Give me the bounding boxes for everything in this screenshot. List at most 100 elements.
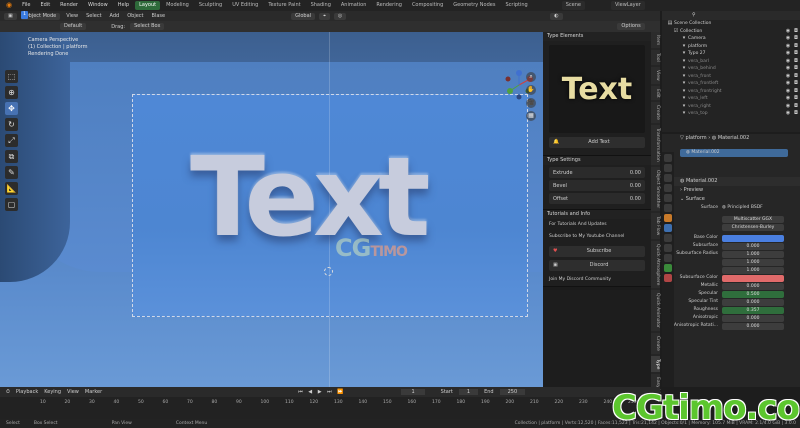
menu-render[interactable]: Render: [56, 1, 82, 10]
side-tab-quick-animator[interactable]: Quick Animator: [651, 289, 660, 331]
bsdf-field-row[interactable]: Metallic 0.000: [662, 282, 800, 290]
side-tab-transformation[interactable]: Transformation: [651, 125, 660, 166]
measure-tool-icon[interactable]: 📐: [5, 182, 18, 195]
tutorials-header[interactable]: Tutorials and Info: [543, 210, 651, 219]
workspace-tab-texture-paint[interactable]: Texture Paint: [264, 1, 304, 10]
outliner-filter-icon[interactable]: ⚲: [692, 12, 696, 18]
3d-cursor[interactable]: [324, 267, 333, 276]
camera-render-icon[interactable]: ◘: [792, 103, 800, 111]
subscribe-button[interactable]: ♥ Subscribe: [549, 246, 645, 257]
scene-collection-row[interactable]: ▤ Scene Collection: [662, 20, 800, 28]
bsdf-field-row[interactable]: 1.000: [662, 258, 800, 266]
select-box-selector[interactable]: Select Box: [130, 23, 165, 30]
workspace-tab-geometry-nodes[interactable]: Geometry Nodes: [449, 1, 499, 10]
timeline-playhead[interactable]: 1: [21, 11, 28, 19]
surface-shader-field[interactable]: Surface ◍ Principled BSDF: [662, 204, 800, 212]
viewport-menu-blase[interactable]: Blase: [150, 13, 168, 19]
outliner-row[interactable]: ▾ platform ◉ ◘: [662, 43, 800, 51]
timeline-menu-marker[interactable]: Marker: [85, 389, 102, 395]
blender-logo-icon[interactable]: ◉: [2, 1, 16, 10]
bsdf-field-row[interactable]: Specular Tint 0.000: [662, 298, 800, 306]
camera-render-icon[interactable]: ◘: [792, 88, 800, 96]
add-text-button[interactable]: 🔔 Add Text: [549, 137, 645, 148]
physics-props-icon[interactable]: [664, 244, 672, 252]
modifier-props-icon[interactable]: [664, 224, 672, 232]
cursor-tool-icon[interactable]: ⊕: [5, 86, 18, 99]
workspace-tab-shading[interactable]: Shading: [307, 1, 335, 10]
editor-type-icon[interactable]: ▣: [4, 12, 17, 20]
camera-render-icon[interactable]: ◘: [792, 73, 800, 81]
eye-icon[interactable]: ◉: [784, 95, 792, 103]
camera-render-icon[interactable]: ◘: [792, 65, 800, 73]
camera-render-icon[interactable]: ◘: [792, 58, 800, 66]
timeline-menu-keying[interactable]: Keying: [44, 389, 61, 395]
eye-icon[interactable]: ◉: [784, 58, 792, 66]
outliner-row[interactable]: ▾ vera_frontleft ◉ ◘: [662, 80, 800, 88]
bevel-field[interactable]: Bevel 0.00: [549, 180, 645, 191]
options-button[interactable]: Options: [617, 23, 645, 30]
eye-icon[interactable]: ◉: [784, 50, 792, 58]
outliner-row[interactable]: ▾ Camera ◉ ◘: [662, 35, 800, 43]
side-tab-quick-atmosphere[interactable]: Quick Atmosphere: [651, 240, 660, 288]
viewport-menu-select[interactable]: Select: [84, 13, 103, 19]
tool-props-icon[interactable]: [664, 154, 672, 162]
annotate-tool-icon[interactable]: ✎: [5, 166, 18, 179]
zoom-icon[interactable]: ⌕: [526, 72, 536, 82]
timeline-menu-view[interactable]: View: [67, 389, 79, 395]
eye-icon[interactable]: ◉: [784, 43, 792, 51]
eye-icon[interactable]: ◉: [784, 65, 792, 73]
viewport-menu-object[interactable]: Object: [125, 13, 145, 19]
rotate-tool-icon[interactable]: ↻: [5, 118, 18, 131]
subsurface-method-selector[interactable]: Christensen-Burley: [662, 223, 800, 231]
viewport-shading-icon[interactable]: ◐: [550, 12, 563, 20]
camera-render-icon[interactable]: ◘: [792, 43, 800, 51]
world-props-icon[interactable]: [664, 204, 672, 212]
eye-icon[interactable]: ◉: [784, 80, 792, 88]
outliner-row[interactable]: ▾ vera_right ◉ ◘: [662, 103, 800, 111]
view-layer-selector[interactable]: ViewLayer: [610, 1, 645, 10]
orientation-default-selector[interactable]: Default: [60, 23, 87, 30]
camera-render-icon[interactable]: ◘: [792, 95, 800, 103]
timeline-editor-icon[interactable]: ⏱: [6, 389, 10, 395]
side-tab-tool[interactable]: Tool: [651, 50, 660, 65]
workspace-tab-layout[interactable]: Layout: [135, 1, 161, 10]
menu-edit[interactable]: Edit: [36, 1, 54, 10]
outliner-row[interactable]: ▾ vera_front ◉ ◘: [662, 73, 800, 81]
pan-hand-icon[interactable]: ✋: [526, 85, 536, 95]
offset-field[interactable]: Offset 0.00: [549, 193, 645, 204]
select-box-tool-icon[interactable]: ⬚: [5, 70, 18, 83]
camera-render-icon[interactable]: ◘: [792, 28, 800, 36]
camera-render-icon[interactable]: ◘: [792, 50, 800, 58]
eye-icon[interactable]: ◉: [784, 88, 792, 96]
start-frame-field[interactable]: 1: [458, 389, 479, 395]
move-tool-icon[interactable]: ✥: [5, 102, 18, 115]
side-tab-item[interactable]: Item: [651, 32, 660, 49]
transform-orientation-selector[interactable]: Global: [291, 12, 316, 20]
camera-render-icon[interactable]: ◘: [792, 110, 800, 118]
workspace-tab-sculpting[interactable]: Sculpting: [195, 1, 226, 10]
side-tab-edit[interactable]: Edit: [651, 85, 660, 101]
eye-icon[interactable]: ◉: [784, 73, 792, 81]
bsdf-field-row[interactable]: Anisotropic Rotati... 0.000: [662, 322, 800, 330]
bsdf-field-row[interactable]: Subsurface Radius 1.000: [662, 250, 800, 258]
eye-icon[interactable]: ◉: [784, 28, 792, 36]
type-elements-header[interactable]: Type Elements: [543, 32, 651, 41]
outliner-row[interactable]: ▾ Typo 27 ◉ ◘: [662, 50, 800, 58]
bsdf-field-row[interactable]: 1.000: [662, 266, 800, 274]
outliner-row[interactable]: ▾ vera_behind ◉ ◘: [662, 65, 800, 73]
bsdf-field-row[interactable]: Specular 0.500: [662, 290, 800, 298]
workspace-tab-animation[interactable]: Animation: [337, 1, 371, 10]
scene-props-icon[interactable]: [664, 194, 672, 202]
add-cube-tool-icon[interactable]: ▢: [5, 198, 18, 211]
bsdf-field-row[interactable]: Anisotropic 0.000: [662, 314, 800, 322]
checkbox-icon[interactable]: ☑: [672, 28, 680, 36]
eye-icon[interactable]: ◉: [784, 35, 792, 43]
side-tab-object-smoother[interactable]: Object Smoother: [651, 167, 660, 212]
preview-panel-header[interactable]: › Preview: [662, 186, 800, 195]
end-frame-field[interactable]: 250: [499, 389, 526, 395]
eye-icon[interactable]: ◉: [784, 110, 792, 118]
menu-help[interactable]: Help: [114, 1, 133, 10]
surface-panel-header[interactable]: ⌄ Surface: [662, 195, 800, 204]
material-slot-list-item[interactable]: ◍ Material.002: [680, 149, 788, 157]
material-datablock[interactable]: ◍ Material.002: [662, 177, 800, 186]
